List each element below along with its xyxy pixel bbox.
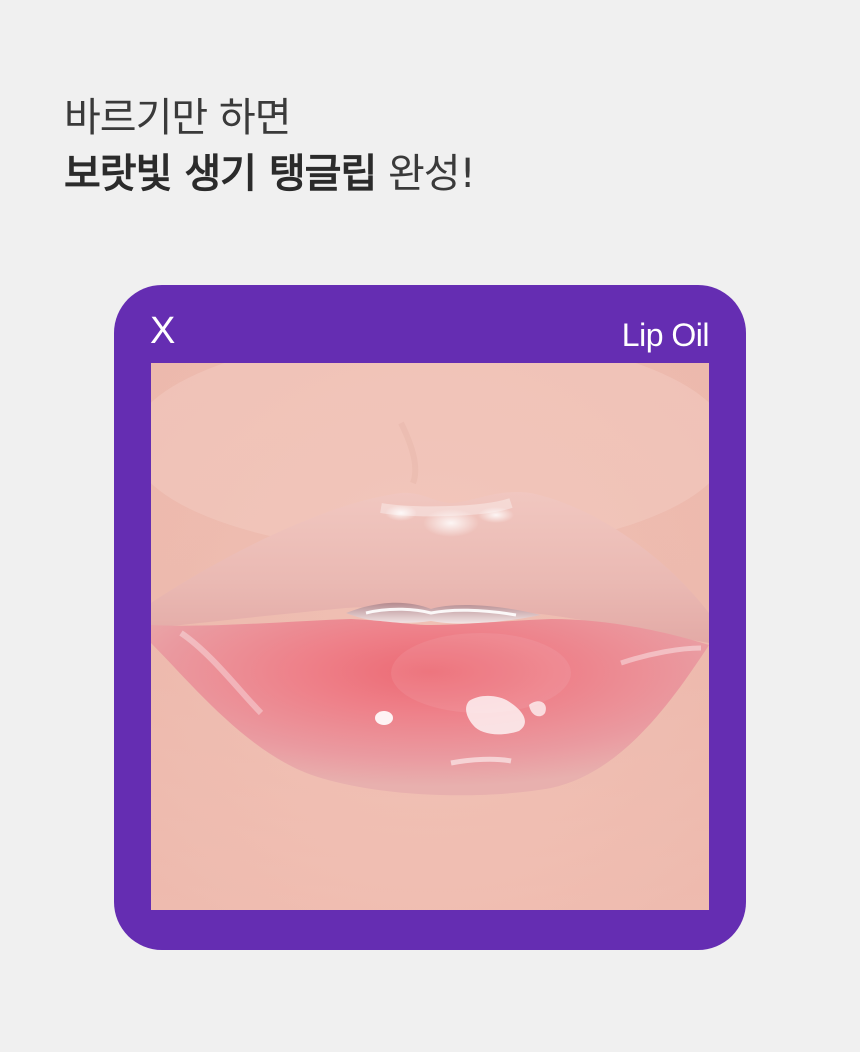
headline: 바르기만 하면 보랏빛 생기 탱글립 완성! xyxy=(64,92,476,204)
product-card: X Lip Oil xyxy=(114,285,746,950)
headline-line-2: 보랏빛 생기 탱글립 완성! xyxy=(64,144,476,204)
lips-photo xyxy=(151,363,709,910)
page: 바르기만 하면 보랏빛 생기 탱글립 완성! X Lip Oil xyxy=(0,0,860,1052)
product-label: Lip Oil xyxy=(621,317,710,353)
close-icon[interactable]: X xyxy=(150,307,175,355)
headline-emphasis: 보랏빛 생기 탱글립 xyxy=(64,151,377,197)
headline-suffix: 완성! xyxy=(376,151,476,197)
headline-line-1: 바르기만 하면 xyxy=(64,95,292,141)
